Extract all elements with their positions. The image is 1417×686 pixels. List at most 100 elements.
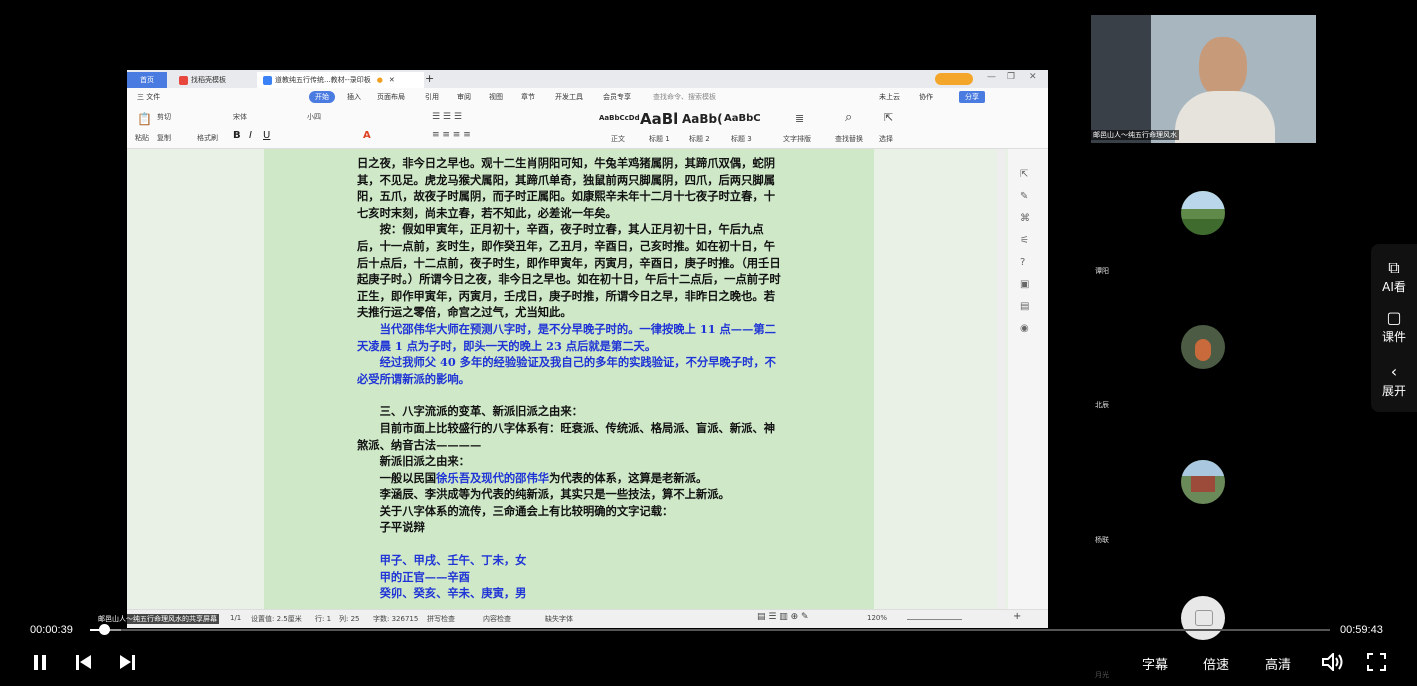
previous-icon[interactable]	[76, 655, 92, 670]
select-cursor-icon[interactable]: ⇱	[884, 111, 893, 124]
document-paragraph[interactable]: 癸卯、癸亥、辛未、庚寅，男	[357, 585, 785, 602]
document-paragraph[interactable]: 关于八字体系的流传，三命通会上有比较明确的文字记载：	[357, 503, 785, 520]
close-window-icon[interactable]: ✕	[1029, 72, 1037, 82]
format-painter-button[interactable]: 格式刷	[197, 133, 218, 143]
location-icon[interactable]: ◉	[1020, 323, 1029, 334]
menu-section[interactable]: 章节	[521, 91, 535, 103]
quality-button[interactable]: 高清	[1265, 654, 1291, 673]
book-tool-icon[interactable]: ▤	[1020, 301, 1029, 312]
speed-button[interactable]: 倍速	[1203, 654, 1229, 673]
font-name-select[interactable]: 宋体	[233, 112, 247, 122]
document-paragraph[interactable]: 甲子、甲戌、壬午、丁未，女	[357, 552, 785, 569]
ai-view-button[interactable]: ⧉ AI看	[1371, 258, 1417, 295]
fullscreen-icon[interactable]	[1367, 653, 1386, 671]
select-button[interactable]: 选择	[879, 134, 893, 144]
underline-button[interactable]: U	[263, 130, 270, 141]
avatar-yanglian[interactable]	[1181, 460, 1225, 504]
next-icon[interactable]	[120, 655, 136, 670]
command-search[interactable]: 查找命令、搜索模板	[653, 91, 716, 103]
style-h1-label[interactable]: 标题 1	[649, 134, 670, 144]
collaborate-button[interactable]: 协作	[919, 91, 933, 103]
volume-icon[interactable]	[1322, 653, 1344, 671]
align-icon[interactable]: ≡ ≡ ≡ ≡	[432, 130, 471, 140]
zoom-slider[interactable]	[907, 619, 962, 620]
vertical-scrollbar[interactable]	[997, 149, 1005, 609]
tab-template-store[interactable]: 找稻壳模板	[173, 72, 265, 88]
text-layout-button[interactable]: 文字排版	[783, 134, 811, 144]
paste-icon[interactable]: 📋	[137, 112, 152, 126]
avatar-yueguang[interactable]	[1181, 596, 1225, 640]
menu-vip[interactable]: 会员专享	[603, 91, 631, 103]
menu-start[interactable]: 开始	[309, 91, 335, 103]
search-icon[interactable]: ⌕	[845, 110, 852, 125]
view-mode-icons[interactable]: ▤ ☰ ▥ ⊕ ✎	[757, 612, 809, 622]
login-button[interactable]	[935, 73, 973, 85]
spell-check-button[interactable]: 拼写检查	[427, 614, 455, 624]
zoom-in-icon[interactable]: +	[1013, 611, 1021, 622]
page-text[interactable]: 日之夜，非今日之早也。观十二生肖阴阳可知，牛兔羊鸡猪属阴，其蹄爪双偶，蛇阴其，不…	[357, 155, 785, 602]
document-paragraph[interactable]: 当代邵伟华大师在预测八字时，是不分早晚子时的。一律按晚上 11 点——第二天凌晨…	[357, 321, 785, 354]
document-paragraph[interactable]: 按：假如甲寅年，正月初十，辛酉，夜子时立春，其人正月初十日，午后九点后，十一点前…	[357, 221, 785, 321]
cursor-tool-icon[interactable]: ⇱	[1020, 169, 1028, 180]
menu-insert[interactable]: 插入	[347, 91, 361, 103]
host-video[interactable]: 邮邑山人～纯五行命理风水	[1091, 15, 1316, 143]
image-tool-icon[interactable]: ▣	[1020, 279, 1029, 290]
minimize-icon[interactable]: —	[987, 72, 996, 82]
tab-home[interactable]: 首页	[127, 72, 167, 88]
share-button[interactable]: 分享	[959, 91, 985, 103]
restore-icon[interactable]: ❐	[1007, 72, 1015, 82]
avatar-beichen[interactable]	[1181, 325, 1225, 369]
courseware-button[interactable]: ▢ 课件	[1371, 308, 1417, 345]
style-h3-preview[interactable]: AaBbC	[724, 113, 761, 124]
brush-tool-icon[interactable]: ⌘	[1020, 213, 1030, 224]
document-page[interactable]: 日之夜，非今日之早也。观十二生肖阴阳可知，牛兔羊鸡猪属阴，其蹄爪双偶，蛇阴其，不…	[264, 149, 874, 609]
avatar-tanyang[interactable]	[1181, 191, 1225, 235]
help-icon[interactable]: ?	[1020, 257, 1025, 268]
document-paragraph[interactable]: 目前市面上比较盛行的八字体系有：旺衰派、传统派、格局派、盲派、新派、神煞派、纳音…	[357, 420, 785, 453]
menu-layout[interactable]: 页面布局	[377, 91, 405, 103]
font-color-icon[interactable]: A	[363, 130, 371, 141]
document-paragraph[interactable]: 李涵辰、李洪成等为代表的纯新派，其实只是一些技法，算不上新派。	[357, 486, 785, 503]
content-check-button[interactable]: 内容检查	[483, 614, 511, 624]
pen-tool-icon[interactable]: ✎	[1020, 191, 1028, 202]
document-paragraph[interactable]: 经过我师父 40 多年的经验验证及我自己的多年的实践验证，不分早晚子时，不必受所…	[357, 354, 785, 387]
menu-file[interactable]: 三 文件	[137, 91, 160, 103]
style-h3-label[interactable]: 标题 3	[731, 134, 752, 144]
style-h1-preview[interactable]: AaBl	[640, 110, 678, 128]
tab-document[interactable]: 道教纯五行传统...教材--录印板 ● ✕	[257, 72, 424, 88]
new-tab-button[interactable]: +	[419, 72, 440, 88]
list-icon[interactable]: ☰ ☰ ☰	[432, 112, 462, 122]
document-paragraph[interactable]: 一般以民国徐乐吾及现代的邵伟华为代表的体系，这算是老新派。	[357, 470, 785, 487]
word-count[interactable]: 字数: 326715	[373, 614, 418, 624]
progress-track[interactable]	[90, 629, 1330, 631]
menu-reference[interactable]: 引用	[425, 91, 439, 103]
italic-button[interactable]: I	[249, 130, 252, 141]
progress-handle[interactable]	[99, 624, 110, 635]
missing-font-button[interactable]: 缺失字体	[545, 614, 573, 624]
style-h2-preview[interactable]: AaBb(	[682, 112, 723, 126]
document-paragraph[interactable]: 子平说辩	[357, 519, 785, 536]
style-h2-label[interactable]: 标题 2	[689, 134, 710, 144]
document-paragraph[interactable]: 日之夜，非今日之早也。观十二生肖阴阳可知，牛兔羊鸡猪属阴，其蹄爪双偶，蛇阴其，不…	[357, 155, 785, 221]
document-paragraph[interactable]: 三、八字流派的变革、新派旧派之由来：	[357, 403, 785, 420]
zoom-level[interactable]: 120%	[867, 614, 887, 622]
pause-icon[interactable]	[33, 655, 47, 670]
style-normal-preview[interactable]: AaBbCcDd	[599, 114, 640, 122]
bold-button[interactable]: B	[233, 130, 241, 141]
font-size-select[interactable]: 小四	[307, 112, 321, 122]
expand-button[interactable]: ‹ 展开	[1371, 362, 1417, 399]
cloud-status[interactable]: 未上云	[879, 91, 900, 103]
text-layout-icon[interactable]: ≣	[795, 112, 804, 125]
style-normal-label[interactable]: 正文	[611, 134, 625, 144]
adjust-icon[interactable]: ⚟	[1020, 235, 1029, 246]
close-tab-icon[interactable]: ✕	[389, 76, 395, 84]
document-paragraph[interactable]: 新派旧派之由来：	[357, 453, 785, 470]
paste-label[interactable]: 粘贴	[135, 133, 149, 143]
find-replace-button[interactable]: 查找替换	[835, 134, 863, 144]
document-paragraph[interactable]: 甲的正官——辛酉	[357, 569, 785, 586]
menu-view[interactable]: 视图	[489, 91, 503, 103]
menu-review[interactable]: 审阅	[457, 91, 471, 103]
copy-button[interactable]: 复制	[157, 133, 171, 143]
subtitles-button[interactable]: 字幕	[1142, 654, 1168, 673]
menu-dev-tools[interactable]: 开发工具	[555, 91, 583, 103]
